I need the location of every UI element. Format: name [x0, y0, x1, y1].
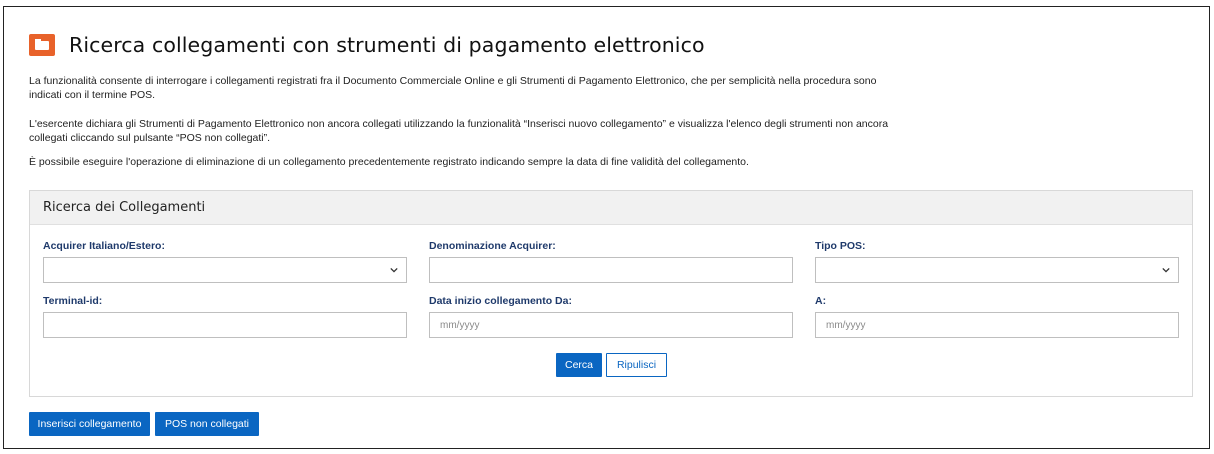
reset-button[interactable]: Ripulisci: [606, 353, 667, 377]
search-panel-title: Ricerca dei Collegamenti: [43, 200, 206, 215]
page-frame: Ricerca collegamenti con strumenti di pa…: [3, 6, 1210, 449]
folder-icon: [29, 34, 55, 56]
search-panel: Ricerca dei Collegamenti Acquirer Italia…: [29, 190, 1193, 397]
search-button[interactable]: Cerca: [556, 353, 602, 377]
chevron-down-icon: [1162, 267, 1170, 273]
data-a-placeholder: mm/yyyy: [826, 319, 866, 331]
insert-link-button[interactable]: Inserisci collegamento: [29, 412, 150, 436]
data-da-label: Data inizio collegamento Da:: [429, 295, 572, 307]
denominazione-input[interactable]: [429, 257, 793, 283]
page-title: Ricerca collegamenti con strumenti di pa…: [69, 33, 705, 57]
data-a-input[interactable]: mm/yyyy: [815, 312, 1179, 338]
search-panel-header: Ricerca dei Collegamenti: [30, 191, 1192, 225]
description-paragraph-2: L'esercente dichiara gli Strumenti di Pa…: [29, 118, 889, 144]
description-paragraph-1: La funzionalità consente di interrogare …: [29, 75, 877, 101]
tipo-pos-label: Tipo POS:: [815, 240, 866, 252]
chevron-down-icon: [390, 267, 398, 273]
terminal-id-label: Terminal-id:: [43, 295, 103, 307]
description-paragraph-3: È possibile eseguire l'operazione di eli…: [29, 156, 749, 168]
denominazione-label: Denominazione Acquirer:: [429, 240, 556, 252]
terminal-id-input[interactable]: [43, 312, 407, 338]
title-row: Ricerca collegamenti con strumenti di pa…: [29, 33, 705, 57]
data-da-placeholder: mm/yyyy: [440, 319, 480, 331]
pos-unlinked-button[interactable]: POS non collegati: [155, 412, 259, 436]
acquirer-select[interactable]: [43, 257, 407, 283]
acquirer-label: Acquirer Italiano/Estero:: [43, 240, 165, 252]
tipo-pos-select[interactable]: [815, 257, 1179, 283]
data-da-input[interactable]: mm/yyyy: [429, 312, 793, 338]
data-a-label: A:: [815, 295, 827, 307]
